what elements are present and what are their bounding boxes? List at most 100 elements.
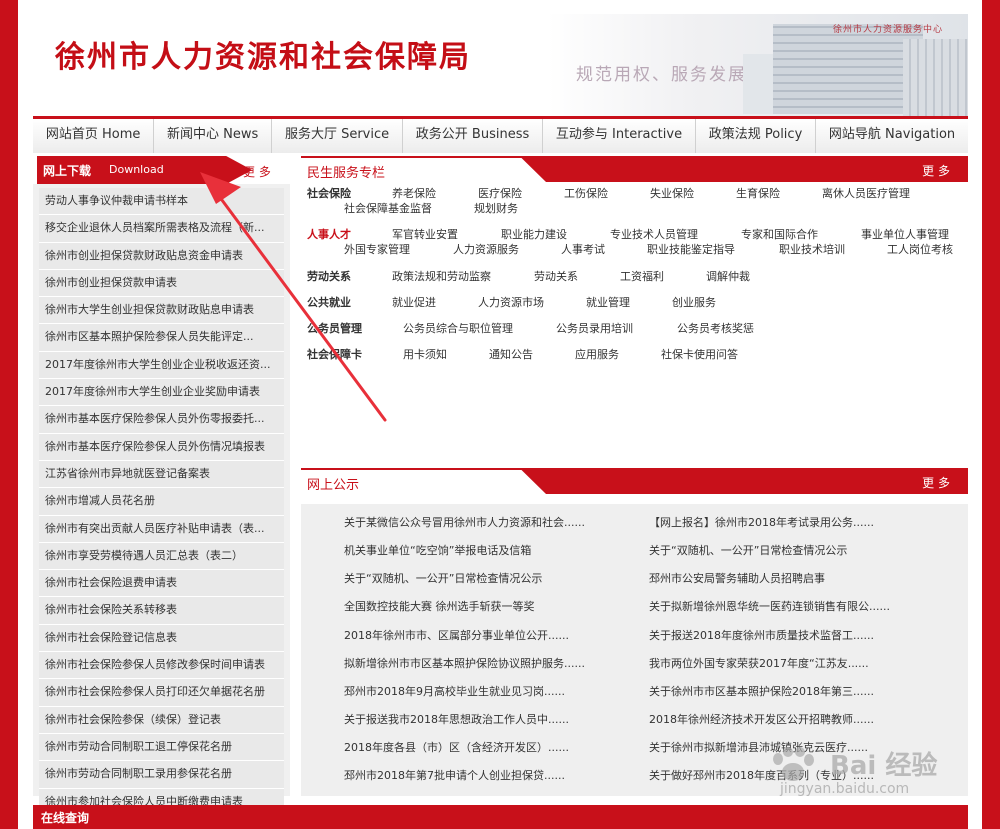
site-title[interactable]: 徐州市人力资源和社会保障局 bbox=[55, 32, 471, 76]
download-item[interactable]: 徐州市基本医疗保险参保人员外伤零报委托... bbox=[39, 406, 284, 434]
announcement-link[interactable]: 2018年徐州市市、区属部分事业单位公开...... bbox=[344, 627, 569, 643]
announcements-title[interactable]: 网上公示 bbox=[307, 474, 359, 493]
download-item[interactable]: 徐州市区基本照护保险参保人员失能评定... bbox=[39, 324, 284, 352]
service-link[interactable]: 劳动关系 bbox=[534, 268, 578, 284]
service-link[interactable]: 人力资源服务 bbox=[453, 241, 519, 257]
service-link[interactable]: 通知公告 bbox=[489, 346, 533, 362]
announcement-link[interactable]: 关于“双随机、一公开”日常检查情况公示 bbox=[344, 570, 542, 586]
nav-item-interactive[interactable]: 互动参与 Interactive bbox=[543, 119, 696, 153]
service-link[interactable]: 事业单位人事管理 bbox=[861, 226, 949, 242]
announcement-link[interactable]: 机关事业单位“吃空饷”举报电话及信箱 bbox=[344, 542, 531, 558]
announcement-link[interactable]: 【网上报名】徐州市2018年考试录用公务...... bbox=[649, 514, 874, 530]
service-link[interactable]: 社保卡使用问答 bbox=[661, 346, 738, 362]
service-link[interactable]: 失业保险 bbox=[650, 185, 694, 201]
service-link[interactable]: 工人岗位考核 bbox=[887, 241, 953, 257]
announcement-link[interactable]: 关于拟新增徐州恩华统一医药连锁销售有限公...... bbox=[649, 598, 890, 614]
online-query-title[interactable]: 在线查询 bbox=[41, 809, 89, 826]
download-item[interactable]: 徐州市社会保险参保（续保）登记表 bbox=[39, 706, 284, 734]
download-item[interactable]: 徐州市社会保险登记信息表 bbox=[39, 624, 284, 653]
category-social-insurance[interactable]: 社会保险 bbox=[307, 185, 351, 201]
service-link[interactable]: 调解仲裁 bbox=[706, 268, 750, 284]
announcement-link[interactable]: 关于“双随机、一公开”日常检查情况公示 bbox=[649, 542, 847, 558]
service-link[interactable]: 规划财务 bbox=[474, 200, 518, 216]
download-item[interactable]: 劳动人事争议仲裁申请书样本 bbox=[39, 188, 284, 216]
services-more-link[interactable]: 更 多 bbox=[922, 162, 950, 179]
nav-item-news[interactable]: 新闻中心 News bbox=[154, 119, 273, 153]
service-link[interactable]: 人事考试 bbox=[561, 241, 605, 257]
download-item[interactable]: 徐州市创业担保贷款财政贴息资金申请表 bbox=[39, 242, 284, 270]
download-item[interactable]: 徐州市创业担保贷款申请表 bbox=[39, 269, 284, 298]
services-body: 社会保险 养老保险 医疗保险 工伤保险 失业保险 生育保险 离休人员医疗管理 社… bbox=[301, 184, 968, 466]
announcement-link[interactable]: 2018年徐州经济技术开发区公开招聘教师...... bbox=[649, 711, 874, 727]
service-link[interactable]: 军官转业安置 bbox=[392, 226, 458, 242]
download-item[interactable]: 徐州市有突出贡献人员医疗补贴申请表（表... bbox=[39, 515, 284, 543]
service-link[interactable]: 公务员录用培训 bbox=[556, 320, 633, 336]
download-item[interactable]: 徐州市基本医疗保险参保人员外伤情况填报表 bbox=[39, 433, 284, 461]
service-link[interactable]: 就业促进 bbox=[392, 294, 436, 310]
download-item[interactable]: 移交企业退休人员档案所需表格及流程（新... bbox=[39, 215, 284, 243]
announcement-link[interactable]: 关于报送2018年度徐州市质量技术监督工...... bbox=[649, 627, 874, 643]
download-title-en[interactable]: Download bbox=[109, 163, 164, 176]
service-link[interactable]: 人力资源市场 bbox=[478, 294, 544, 310]
category-talent[interactable]: 人事人才 bbox=[307, 226, 351, 242]
service-link[interactable]: 专家和国际合作 bbox=[741, 226, 818, 242]
category-civil-servant[interactable]: 公务员管理 bbox=[307, 320, 362, 336]
site-header: 徐州市人力资源和社会保障局 规范用权、服务发展 徐州市人力资源服务中心 bbox=[33, 14, 968, 116]
service-link[interactable]: 应用服务 bbox=[575, 346, 619, 362]
service-link[interactable]: 用卡须知 bbox=[403, 346, 447, 362]
services-header: 民生服务专栏 更 多 bbox=[301, 156, 968, 182]
download-item[interactable]: 2017年度徐州市大学生创业企业奖励申请表 bbox=[39, 379, 284, 407]
download-item[interactable]: 徐州市社会保险退费申请表 bbox=[39, 570, 284, 598]
announcement-link[interactable]: 关于徐州市市区基本照护保险2018年第三...... bbox=[649, 683, 874, 699]
announcements-more-link[interactable]: 更 多 bbox=[922, 474, 950, 491]
building-block-side bbox=[903, 39, 968, 116]
service-link[interactable]: 养老保险 bbox=[392, 185, 436, 201]
service-link[interactable]: 公务员考核奖惩 bbox=[677, 320, 754, 336]
announcement-link[interactable]: 拟新增徐州市市区基本照护保险协议照护服务...... bbox=[344, 655, 585, 671]
services-title[interactable]: 民生服务专栏 bbox=[307, 162, 385, 181]
service-link[interactable]: 政策法规和劳动监察 bbox=[392, 268, 491, 284]
category-labor[interactable]: 劳动关系 bbox=[307, 268, 351, 284]
download-item[interactable]: 徐州市增减人员花名册 bbox=[39, 488, 284, 516]
download-item[interactable]: 徐州市大学生创业担保贷款财政贴息申请表 bbox=[39, 297, 284, 325]
nav-item-service[interactable]: 服务大厅 Service bbox=[272, 119, 403, 153]
service-link[interactable]: 就业管理 bbox=[586, 294, 630, 310]
announcement-link[interactable]: 关于报送我市2018年思想政治工作人员中...... bbox=[344, 711, 569, 727]
service-link[interactable]: 生育保险 bbox=[736, 185, 780, 201]
download-item[interactable]: 徐州市劳动合同制职工录用参保花名册 bbox=[39, 761, 284, 789]
service-link[interactable]: 职业技能鉴定指导 bbox=[647, 241, 735, 257]
service-link[interactable]: 创业服务 bbox=[672, 294, 716, 310]
service-link[interactable]: 公务员综合与职位管理 bbox=[403, 320, 513, 336]
nav-item-business[interactable]: 政务公开 Business bbox=[403, 119, 544, 153]
nav-item-navigation[interactable]: 网站导航 Navigation bbox=[816, 119, 968, 153]
nav-item-home[interactable]: 网站首页 Home bbox=[33, 119, 155, 153]
service-link[interactable]: 外国专家管理 bbox=[344, 241, 410, 257]
download-more-link[interactable]: 更 多 bbox=[243, 163, 271, 180]
announcement-link[interactable]: 邳州市2018年第7批申请个人创业担保贷...... bbox=[344, 767, 565, 783]
service-link[interactable]: 职业能力建设 bbox=[501, 226, 567, 242]
service-link[interactable]: 社会保障基金监督 bbox=[344, 200, 432, 216]
service-link[interactable]: 专业技术人员管理 bbox=[610, 226, 698, 242]
service-link[interactable]: 离休人员医疗管理 bbox=[822, 185, 910, 201]
announcement-link[interactable]: 2018年度各县（市）区（含经济开发区）...... bbox=[344, 739, 569, 755]
download-item[interactable]: 徐州市社会保险参保人员打印还欠单据花名册 bbox=[39, 679, 284, 707]
announcement-link[interactable]: 关于某微信公众号冒用徐州市人力资源和社会...... bbox=[344, 514, 585, 530]
service-link[interactable]: 医疗保险 bbox=[478, 185, 522, 201]
download-title[interactable]: 网上下载 bbox=[43, 162, 91, 179]
nav-item-policy[interactable]: 政策法规 Policy bbox=[696, 119, 817, 153]
service-link[interactable]: 工资福利 bbox=[620, 268, 664, 284]
download-item[interactable]: 徐州市享受劳模待遇人员汇总表（表二） bbox=[39, 542, 284, 571]
announcement-link[interactable]: 邳州市2018年9月高校毕业生就业见习岗...... bbox=[344, 683, 565, 699]
download-item[interactable]: 2017年度徐州市大学生创业企业税收返还资... bbox=[39, 351, 284, 380]
announcement-link[interactable]: 邳州市公安局警务辅助人员招聘启事 bbox=[649, 570, 825, 586]
announcement-link[interactable]: 全国数控技能大赛 徐州选手斩获一等奖 bbox=[344, 598, 535, 614]
service-link[interactable]: 工伤保险 bbox=[564, 185, 608, 201]
download-item[interactable]: 徐州市社会保险参保人员修改参保时间申请表 bbox=[39, 652, 284, 680]
download-item[interactable]: 江苏省徐州市异地就医登记备案表 bbox=[39, 460, 284, 489]
service-link[interactable]: 职业技术培训 bbox=[779, 241, 845, 257]
download-item[interactable]: 徐州市劳动合同制职工退工停保花名册 bbox=[39, 733, 284, 762]
category-employment[interactable]: 公共就业 bbox=[307, 294, 351, 310]
download-item[interactable]: 徐州市社会保险关系转移表 bbox=[39, 597, 284, 625]
announcement-link[interactable]: 我市两位外国专家荣获2017年度“江苏友...... bbox=[649, 655, 869, 671]
category-social-card[interactable]: 社会保障卡 bbox=[307, 346, 362, 362]
